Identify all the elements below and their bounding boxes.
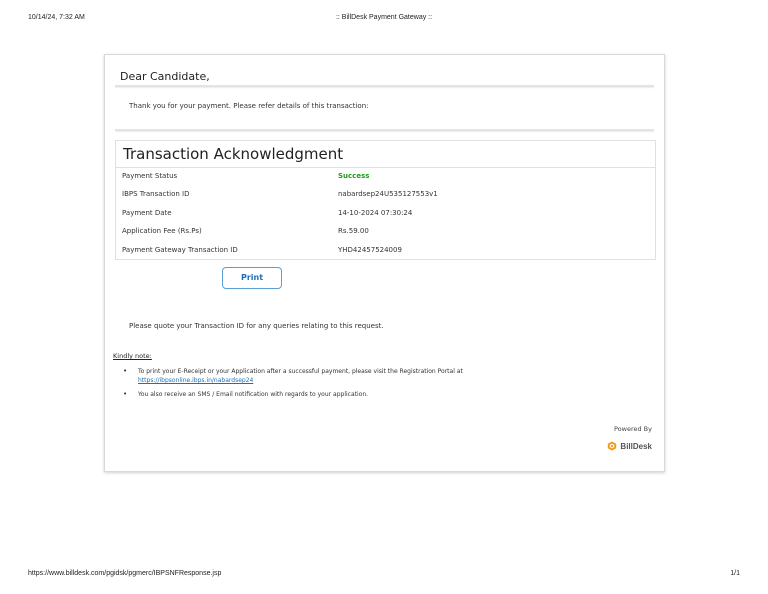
list-item: • To print your E-Receipt or your Applic…: [119, 367, 619, 385]
section-title: Transaction Acknowledgment: [123, 145, 344, 163]
greeting: Dear Candidate,: [120, 70, 210, 83]
row-label-application-fee: Application Fee (Rs.Ps): [122, 227, 202, 236]
note-text: To print your E-Receipt or your Applicat…: [138, 368, 463, 375]
powered-by-label: Powered By: [613, 425, 652, 433]
ibps-transaction-id-value: nabardsep24U535127553v1: [338, 190, 438, 199]
payment-date-value: 14-10-2024 07:30:24: [338, 208, 413, 217]
kindly-note-heading: Kindly note:: [113, 352, 152, 360]
bullet-icon: •: [123, 390, 128, 398]
table-row: Payment Gateway Transaction ID YHD424575…: [116, 241, 655, 259]
print-button[interactable]: Print: [222, 267, 282, 289]
row-label-ibps-transaction-id: IBPS Transaction ID: [122, 190, 190, 199]
row-label-payment-status: Payment Status: [122, 172, 178, 180]
application-fee-value: Rs.59.00: [338, 227, 369, 236]
thank-you-message: Thank you for your payment. Please refer…: [129, 102, 369, 110]
transaction-table: Payment Status Success IBPS Transaction …: [116, 167, 655, 259]
note-text: You also receive an SMS / Email notifica…: [138, 391, 369, 398]
row-label-gateway-transaction-id: Payment Gateway Transaction ID: [122, 245, 238, 254]
bullet-icon: •: [123, 367, 128, 375]
receipt-card: Dear Candidate, Thank you for your payme…: [104, 54, 665, 472]
quote-transaction-note: Please quote your Transaction ID for any…: [129, 322, 384, 330]
table-row: IBPS Transaction ID nabardsep24U53512755…: [116, 185, 655, 203]
billdesk-logo-icon: [608, 441, 617, 451]
table-row: Payment Status Success: [116, 167, 655, 185]
table-row: Payment Date 14-10-2024 07:30:24: [116, 204, 655, 222]
notes-list: • To print your E-Receipt or your Applic…: [119, 367, 619, 404]
list-item: • You also receive an SMS / Email notifi…: [119, 390, 619, 399]
registration-portal-link[interactable]: https://ibpsonline.ibps.in/nabardsep24: [138, 377, 253, 384]
table-row: Application Fee (Rs.Ps) Rs.59.00: [116, 222, 655, 240]
transaction-details-box: Transaction Acknowledgment Payment Statu…: [115, 140, 656, 260]
billdesk-logo-text: BillDesk: [620, 441, 652, 451]
payment-status-value: Success: [338, 172, 370, 180]
divider: [115, 129, 654, 131]
print-footer-url: https://www.billdesk.com/pgidsk/pgmerc/I…: [28, 570, 222, 577]
print-page-title: :: BillDesk Payment Gateway ::: [335, 14, 433, 21]
billdesk-logo: BillDesk: [607, 439, 652, 453]
gateway-transaction-id-value: YHD42457524009: [338, 245, 402, 254]
divider: [115, 85, 654, 87]
print-page-number: 1/1: [730, 570, 740, 577]
row-label-payment-date: Payment Date: [122, 208, 172, 217]
